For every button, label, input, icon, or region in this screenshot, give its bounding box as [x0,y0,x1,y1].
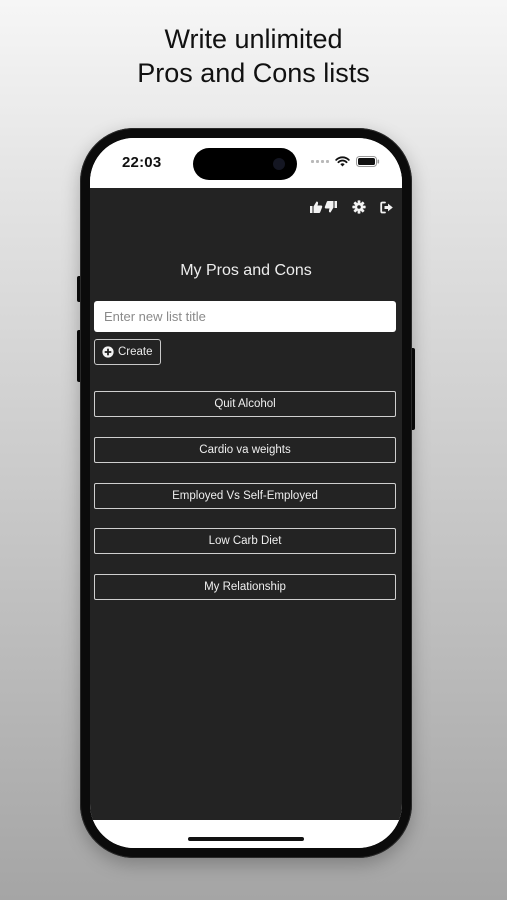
new-list-title-input[interactable] [94,301,396,332]
list-item-cardio-va-weights[interactable]: Cardio va weights [94,436,396,463]
settings-button[interactable] [352,200,366,214]
gear-icon [352,200,366,214]
list-item-label: Quit Alcohol [214,398,276,410]
cellular-signal-icon [311,160,329,163]
home-indicator[interactable] [188,837,304,841]
create-button-label: Create [118,346,153,358]
list-item-label: My Relationship [204,581,286,594]
promo-headline-line-2: Pros and Cons lists [137,58,370,88]
phone-frame: 22:03 My Pros and Cons Enter new list ti… [80,128,412,858]
home-indicator-area [90,820,402,848]
sign-out-button[interactable] [380,201,394,214]
app-content: My Pros and Cons Create Quit Alcohol Car… [90,188,402,820]
promo-headline: Write unlimited Pros and Cons lists [0,22,507,90]
list-item-low-carb-diet[interactable]: Low Carb Diet [94,528,396,555]
thumbs-up-down-icon [310,201,337,213]
sign-out-icon [380,201,393,213]
status-bar: 22:03 [90,138,402,188]
list-item-employed-vs-self-employed[interactable]: Employed Vs Self-Employed [94,482,396,509]
status-time: 22:03 [122,154,162,171]
list-item-my-relationship[interactable]: My Relationship [94,574,396,601]
toolbar [309,200,394,214]
list-item-label: Employed Vs Self-Employed [172,489,318,502]
dynamic-island [193,148,297,180]
promo-headline-line-1: Write unlimited [164,24,343,54]
page-title: My Pros and Cons [180,262,312,279]
list-item-quit-alcohol[interactable]: Quit Alcohol [94,391,396,417]
pros-cons-list: Quit Alcohol Cardio va weights Employed … [94,391,396,620]
pros-cons-button[interactable] [309,200,338,214]
phone-screen: 22:03 My Pros and Cons Enter new list ti… [90,138,402,848]
list-item-label: Cardio va weights [199,443,291,456]
wifi-icon [335,156,350,167]
create-button[interactable]: Create [94,339,161,365]
plus-circle-icon [102,346,114,358]
status-icons [311,156,380,167]
front-camera [273,158,285,170]
battery-icon [356,156,380,167]
list-item-label: Low Carb Diet [208,535,282,548]
